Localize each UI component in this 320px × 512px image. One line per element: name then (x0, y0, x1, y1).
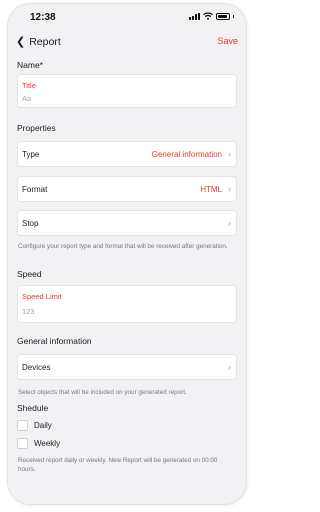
format-row-label: Format (22, 185, 48, 194)
devices-row[interactable]: Devices › (17, 354, 237, 380)
speed-limit-input[interactable]: 123 (22, 307, 35, 316)
chevron-right-icon: › (228, 149, 231, 159)
general-section-label: General information (17, 336, 92, 346)
weekly-checkbox[interactable] (17, 438, 28, 449)
daily-label: Daily (34, 421, 52, 430)
chevron-right-icon: › (228, 218, 231, 228)
type-row[interactable]: Type General information › (17, 141, 237, 167)
type-row-value: General information (151, 150, 222, 159)
speed-limit-field[interactable]: Speed Limit 123 (17, 285, 237, 323)
wifi-icon (203, 12, 213, 20)
chevron-right-icon: › (228, 184, 231, 194)
daily-option[interactable]: Daily (17, 420, 52, 431)
title-field[interactable]: Title Aa (17, 74, 237, 108)
page-title: Report (29, 35, 61, 48)
type-row-label: Type (22, 150, 40, 159)
speed-limit-label: Speed Limit (22, 292, 62, 301)
status-icons (189, 12, 234, 20)
phone-screen: 12:38 ❮ Report Save Name* Title Aa Prope… (8, 4, 246, 504)
name-section-label: Name* (17, 60, 43, 70)
status-time: 12:38 (30, 12, 56, 23)
stop-row[interactable]: Stop › (17, 210, 237, 236)
weekly-option[interactable]: Weekly (17, 438, 60, 449)
general-help-text: Select objects that will be included on … (18, 389, 187, 396)
save-button[interactable]: Save (217, 36, 238, 46)
back-button[interactable]: ❮ Report (16, 35, 61, 49)
title-field-label: Title (22, 81, 36, 90)
properties-help-text: Configure your report type and format th… (18, 243, 228, 250)
daily-checkbox[interactable] (17, 420, 28, 431)
signal-icon (189, 12, 200, 20)
stop-row-label: Stop (22, 219, 39, 228)
battery-icon (216, 12, 230, 20)
schedule-section-label: Shedule (17, 403, 49, 413)
status-bar: 12:38 (8, 4, 246, 28)
chevron-right-icon: › (228, 362, 231, 372)
nav-bar: ❮ Report Save (8, 32, 246, 54)
devices-row-label: Devices (22, 363, 51, 372)
format-row[interactable]: Format HTML › (17, 176, 237, 202)
chevron-left-icon: ❮ (16, 36, 26, 48)
format-row-value: HTML (200, 185, 222, 194)
schedule-help-text: Received report daily or weekly. New Rep… (18, 457, 218, 473)
properties-section-label: Properties (17, 123, 56, 133)
battery-tip (233, 14, 234, 18)
title-input[interactable]: Aa (22, 94, 31, 103)
speed-section-label: Speed (17, 269, 42, 279)
weekly-label: Weekly (34, 439, 61, 448)
